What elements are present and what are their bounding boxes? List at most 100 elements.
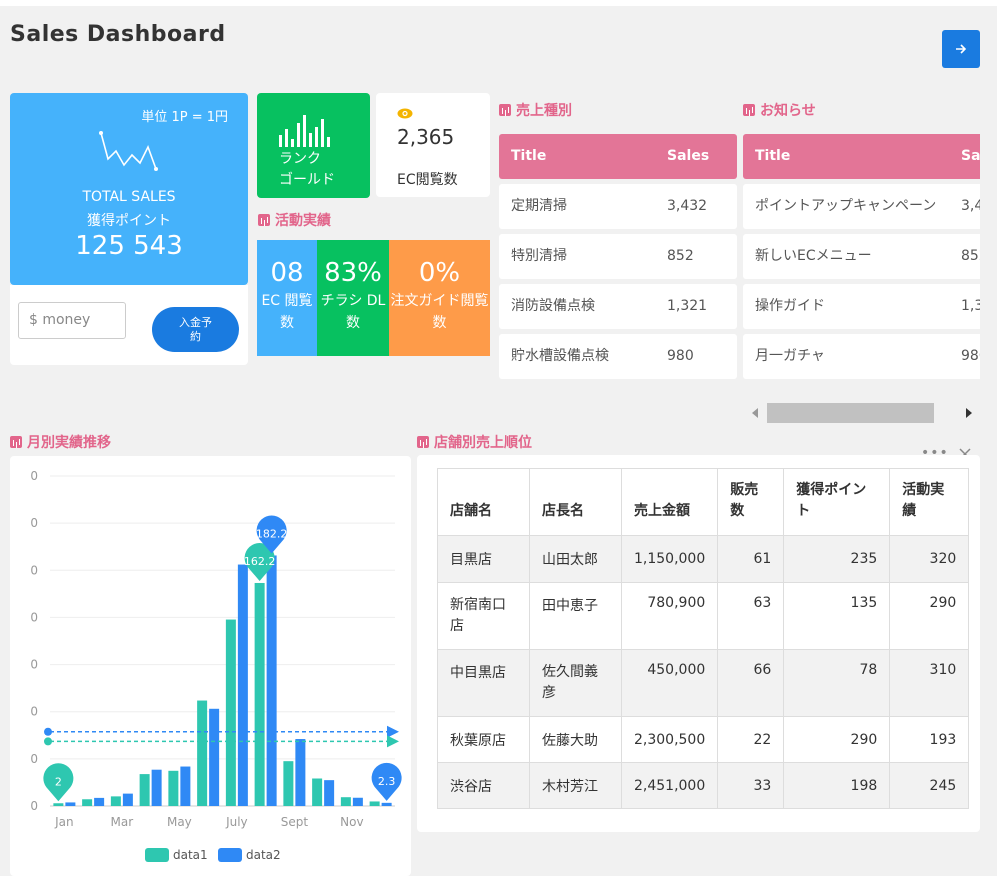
- store-rank-title: 店舗別売上順位: [417, 432, 532, 452]
- activity-flyer-dl: 83% チラシ DL数: [317, 240, 389, 356]
- sales-amount: 2,451,000: [620, 762, 719, 809]
- points: 198: [783, 762, 891, 809]
- markline-arrow: [387, 735, 399, 748]
- go-button[interactable]: [942, 30, 980, 68]
- sales-count: 63: [717, 582, 785, 650]
- bar-data2-mar: [122, 793, 133, 806]
- scroll-left-icon[interactable]: [751, 408, 759, 418]
- table-row[interactable]: 消防設備点検 1,321: [499, 284, 737, 329]
- bar-data2-jun: [209, 708, 220, 806]
- bar-data2-may: [180, 766, 191, 806]
- bar-data2-aug: [266, 555, 277, 806]
- x-tick-label: Nov: [340, 815, 363, 829]
- column-header: Sales: [961, 148, 980, 164]
- table-row[interactable]: 貯水槽設備点検 980: [499, 334, 737, 379]
- row-sales: 3,432: [667, 198, 708, 214]
- y-tick-label: 0: [30, 610, 38, 624]
- ec-views-value: 2,365: [397, 125, 455, 149]
- rank-value: ゴールド: [279, 172, 335, 188]
- table-row[interactable]: 秋葉原店 佐藤大助 2,300,500 22 290 193: [437, 716, 970, 763]
- store-name: 中目黒店: [437, 649, 530, 717]
- y-tick-label: 0: [30, 563, 38, 577]
- column-header: 販売数: [717, 468, 785, 536]
- column-header: 獲得ポイント: [783, 468, 891, 536]
- row-sales: 852: [961, 248, 980, 264]
- points: 78: [783, 649, 891, 717]
- rank-label: ランク: [279, 151, 321, 167]
- table-row[interactable]: 目黒店 山田太郎 1,150,000 61 235 320: [437, 535, 970, 583]
- table-row[interactable]: 中目黒店 佐久間義彦 450,000 66 78 310: [437, 649, 970, 717]
- table-row[interactable]: 特別清掃 852: [499, 234, 737, 279]
- markpoint-label: 162.2: [244, 555, 276, 568]
- y-tick-label: 0: [30, 516, 38, 530]
- manager-name: 田中恵子: [529, 582, 622, 650]
- activity-label: 注文ガイド閲覧数: [390, 293, 489, 331]
- total-sales-card: 単位 1P = 1円 TOTAL SALES 獲得ポイント 125 543: [10, 93, 248, 285]
- sales-count: 33: [717, 762, 785, 809]
- markline-start: [44, 727, 52, 736]
- x-tick-label: Mar: [111, 815, 134, 829]
- x-tick-label: Sept: [281, 815, 309, 829]
- row-title: ポイントアップキャンペーン: [755, 198, 937, 214]
- row-sales: 1,321: [667, 298, 708, 314]
- bar-data1-aug: [254, 582, 265, 806]
- sparkline-icon: [99, 131, 158, 171]
- table-row[interactable]: 新しいECメニュー 852: [743, 234, 980, 279]
- news-header: Title Sales: [743, 134, 980, 179]
- total-sales-label: TOTAL SALES: [82, 189, 176, 205]
- row-title: 操作ガイド: [755, 298, 825, 314]
- table-row[interactable]: 新宿南口店 田中恵子 780,900 63 135 290: [437, 582, 970, 650]
- manager-name: 木村芳江: [529, 762, 622, 809]
- activity-title-text: 活動実績: [275, 213, 331, 229]
- y-tick-label: 0: [30, 658, 38, 672]
- points: 235: [783, 535, 891, 583]
- deposit-button-label: 入金予約: [179, 315, 212, 343]
- scrollbar-thumb[interactable]: [767, 403, 934, 423]
- sales-count: 61: [717, 535, 785, 583]
- chart-icon: [10, 436, 22, 448]
- table-row[interactable]: 定期清掃 3,432: [499, 184, 737, 229]
- deposit-button[interactable]: 入金予約: [152, 307, 239, 352]
- table-row[interactable]: 渋谷店 木村芳江 2,451,000 33 198 245: [437, 762, 970, 809]
- activity-score: 320: [889, 535, 970, 583]
- bar-data2-apr: [151, 769, 162, 806]
- chart-icon: [743, 104, 755, 116]
- table-row[interactable]: 操作ガイド 1,321: [743, 284, 980, 329]
- row-title: 新しいECメニュー: [755, 248, 872, 264]
- manager-name: 佐藤大助: [529, 716, 622, 763]
- bar-data1-sep: [283, 761, 294, 806]
- legend-swatch-data2: [218, 848, 242, 862]
- bar-data2-jul: [237, 564, 248, 806]
- row-sales: 852: [667, 248, 694, 264]
- money-input[interactable]: $ money: [18, 302, 126, 339]
- points-value: 125 543: [75, 231, 183, 261]
- column-header: Sales: [667, 148, 710, 164]
- points: 290: [783, 716, 891, 763]
- bar-data1-nov: [340, 797, 351, 806]
- news-table-viewport: Title Sales ポイントアップキャンペーン 3,432 新しいECメニュ…: [743, 134, 980, 384]
- activity-score: 245: [889, 762, 970, 809]
- row-title: 月一ガチャ: [755, 348, 825, 364]
- bar-data1-oct: [312, 778, 323, 806]
- row-sales: 1,321: [961, 298, 980, 314]
- manager-name: 山田太郎: [529, 535, 622, 583]
- activity-value: 83%: [324, 258, 382, 288]
- activity-ec-views: 08 EC 閲覧数: [257, 240, 317, 356]
- horizontal-scrollbar[interactable]: [743, 400, 980, 426]
- monthly-title: 月別実績推移: [10, 432, 111, 452]
- activity-value: 0%: [418, 258, 461, 288]
- y-tick-label: 0: [30, 469, 38, 483]
- bar-data2-feb: [94, 797, 105, 806]
- table-row[interactable]: 月一ガチャ 980: [743, 334, 980, 379]
- column-header: 店舗名: [437, 468, 530, 536]
- column-header: 店長名: [529, 468, 622, 536]
- sales-amount: 780,900: [620, 582, 719, 650]
- column-header: 活動実績: [889, 468, 970, 536]
- table-row[interactable]: ポイントアップキャンペーン 3,432: [743, 184, 980, 229]
- y-tick-label: 0: [30, 752, 38, 766]
- legend-label: data1: [173, 848, 208, 862]
- sales-types-header: Title Sales: [499, 134, 737, 179]
- eye-icon: [397, 108, 413, 119]
- scroll-right-icon[interactable]: [965, 408, 973, 418]
- bar-data1-apr: [139, 774, 150, 806]
